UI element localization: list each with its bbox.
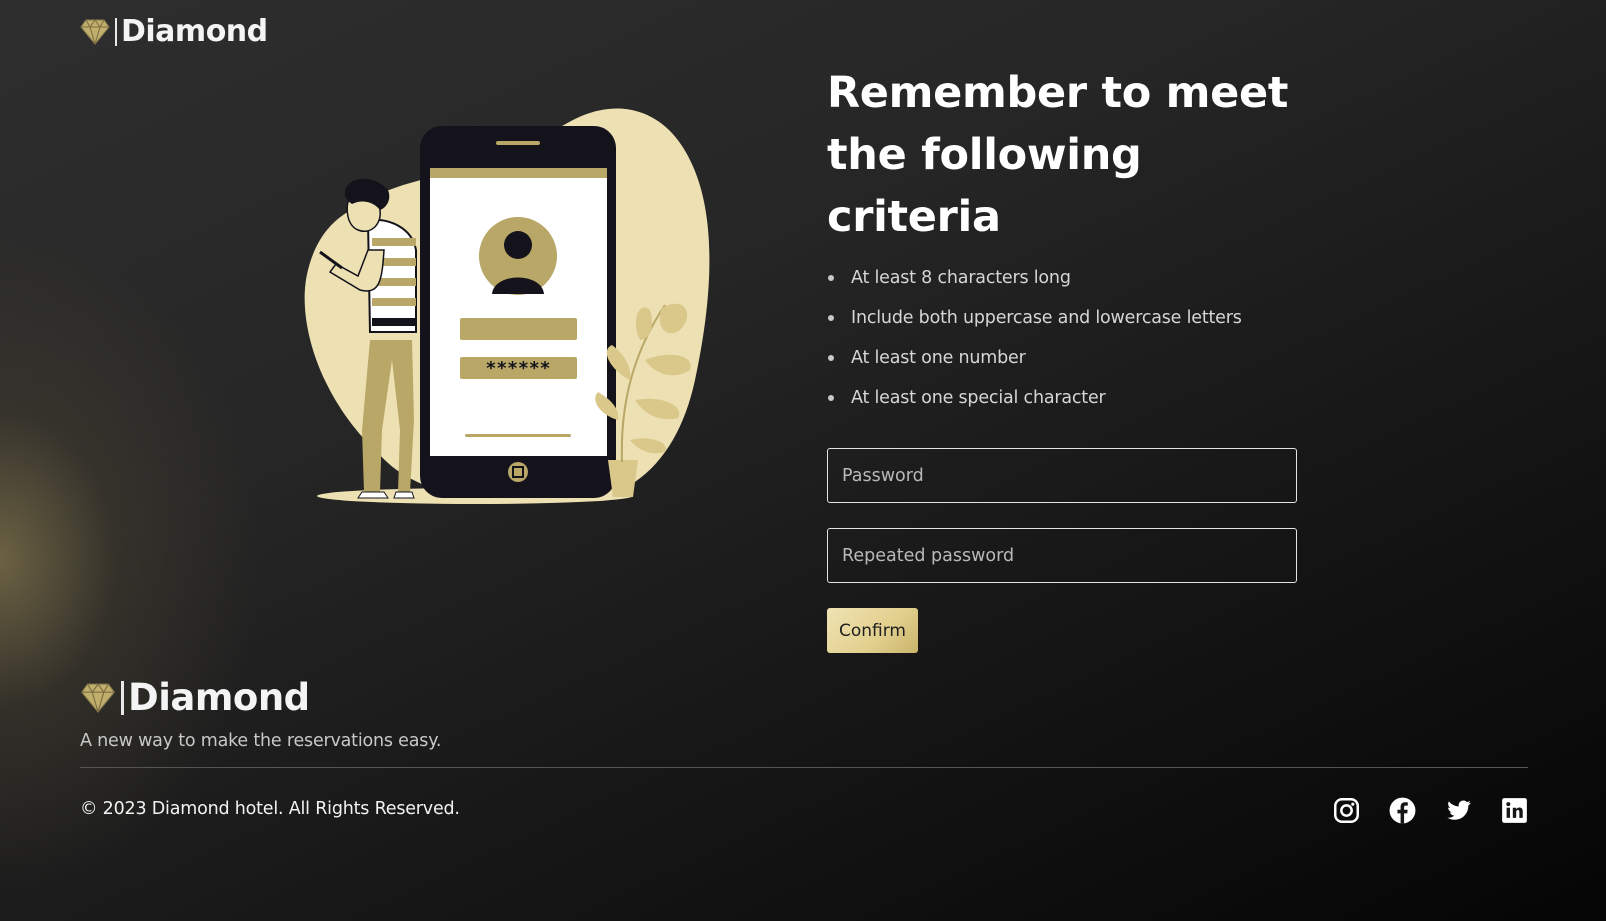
copyright-text: © 2023 Diamond hotel. All Rights Reserve… <box>80 799 460 819</box>
criteria-item: Include both uppercase and lowercase let… <box>827 298 1307 338</box>
criteria-item: At least one number <box>827 338 1307 378</box>
logo-divider <box>121 680 124 715</box>
facebook-icon[interactable] <box>1389 797 1416 824</box>
footer-tagline: A new way to make the reservations easy. <box>80 731 442 751</box>
header-logo[interactable]: Diamond <box>80 14 268 49</box>
diamond-logo-icon <box>80 18 110 45</box>
page-title: Remember to meet the following criteria <box>827 68 1289 242</box>
social-links <box>1333 797 1528 824</box>
password-form-panel: Remember to meet the following criteria … <box>827 62 1307 653</box>
instagram-icon[interactable] <box>1333 797 1360 824</box>
logo-text: Diamond <box>121 14 268 49</box>
linkedin-icon[interactable] <box>1501 797 1528 824</box>
masked-password-text: ****** <box>485 358 550 379</box>
footer-logo[interactable]: Diamond <box>80 676 310 719</box>
logo-divider <box>115 17 117 46</box>
confirm-button[interactable]: Confirm <box>827 608 918 653</box>
logo-text: Diamond <box>128 676 310 719</box>
twitter-icon[interactable] <box>1445 797 1472 824</box>
repeated-password-input[interactable] <box>827 528 1297 583</box>
password-criteria-list: At least 8 characters long Include both … <box>827 258 1307 418</box>
phone-login-illustration: ****** <box>304 108 710 504</box>
diamond-logo-icon <box>81 682 115 713</box>
footer-divider <box>80 767 1528 768</box>
password-input[interactable] <box>827 448 1297 503</box>
criteria-item: At least 8 characters long <box>827 258 1307 298</box>
criteria-item: At least one special character <box>827 378 1307 418</box>
